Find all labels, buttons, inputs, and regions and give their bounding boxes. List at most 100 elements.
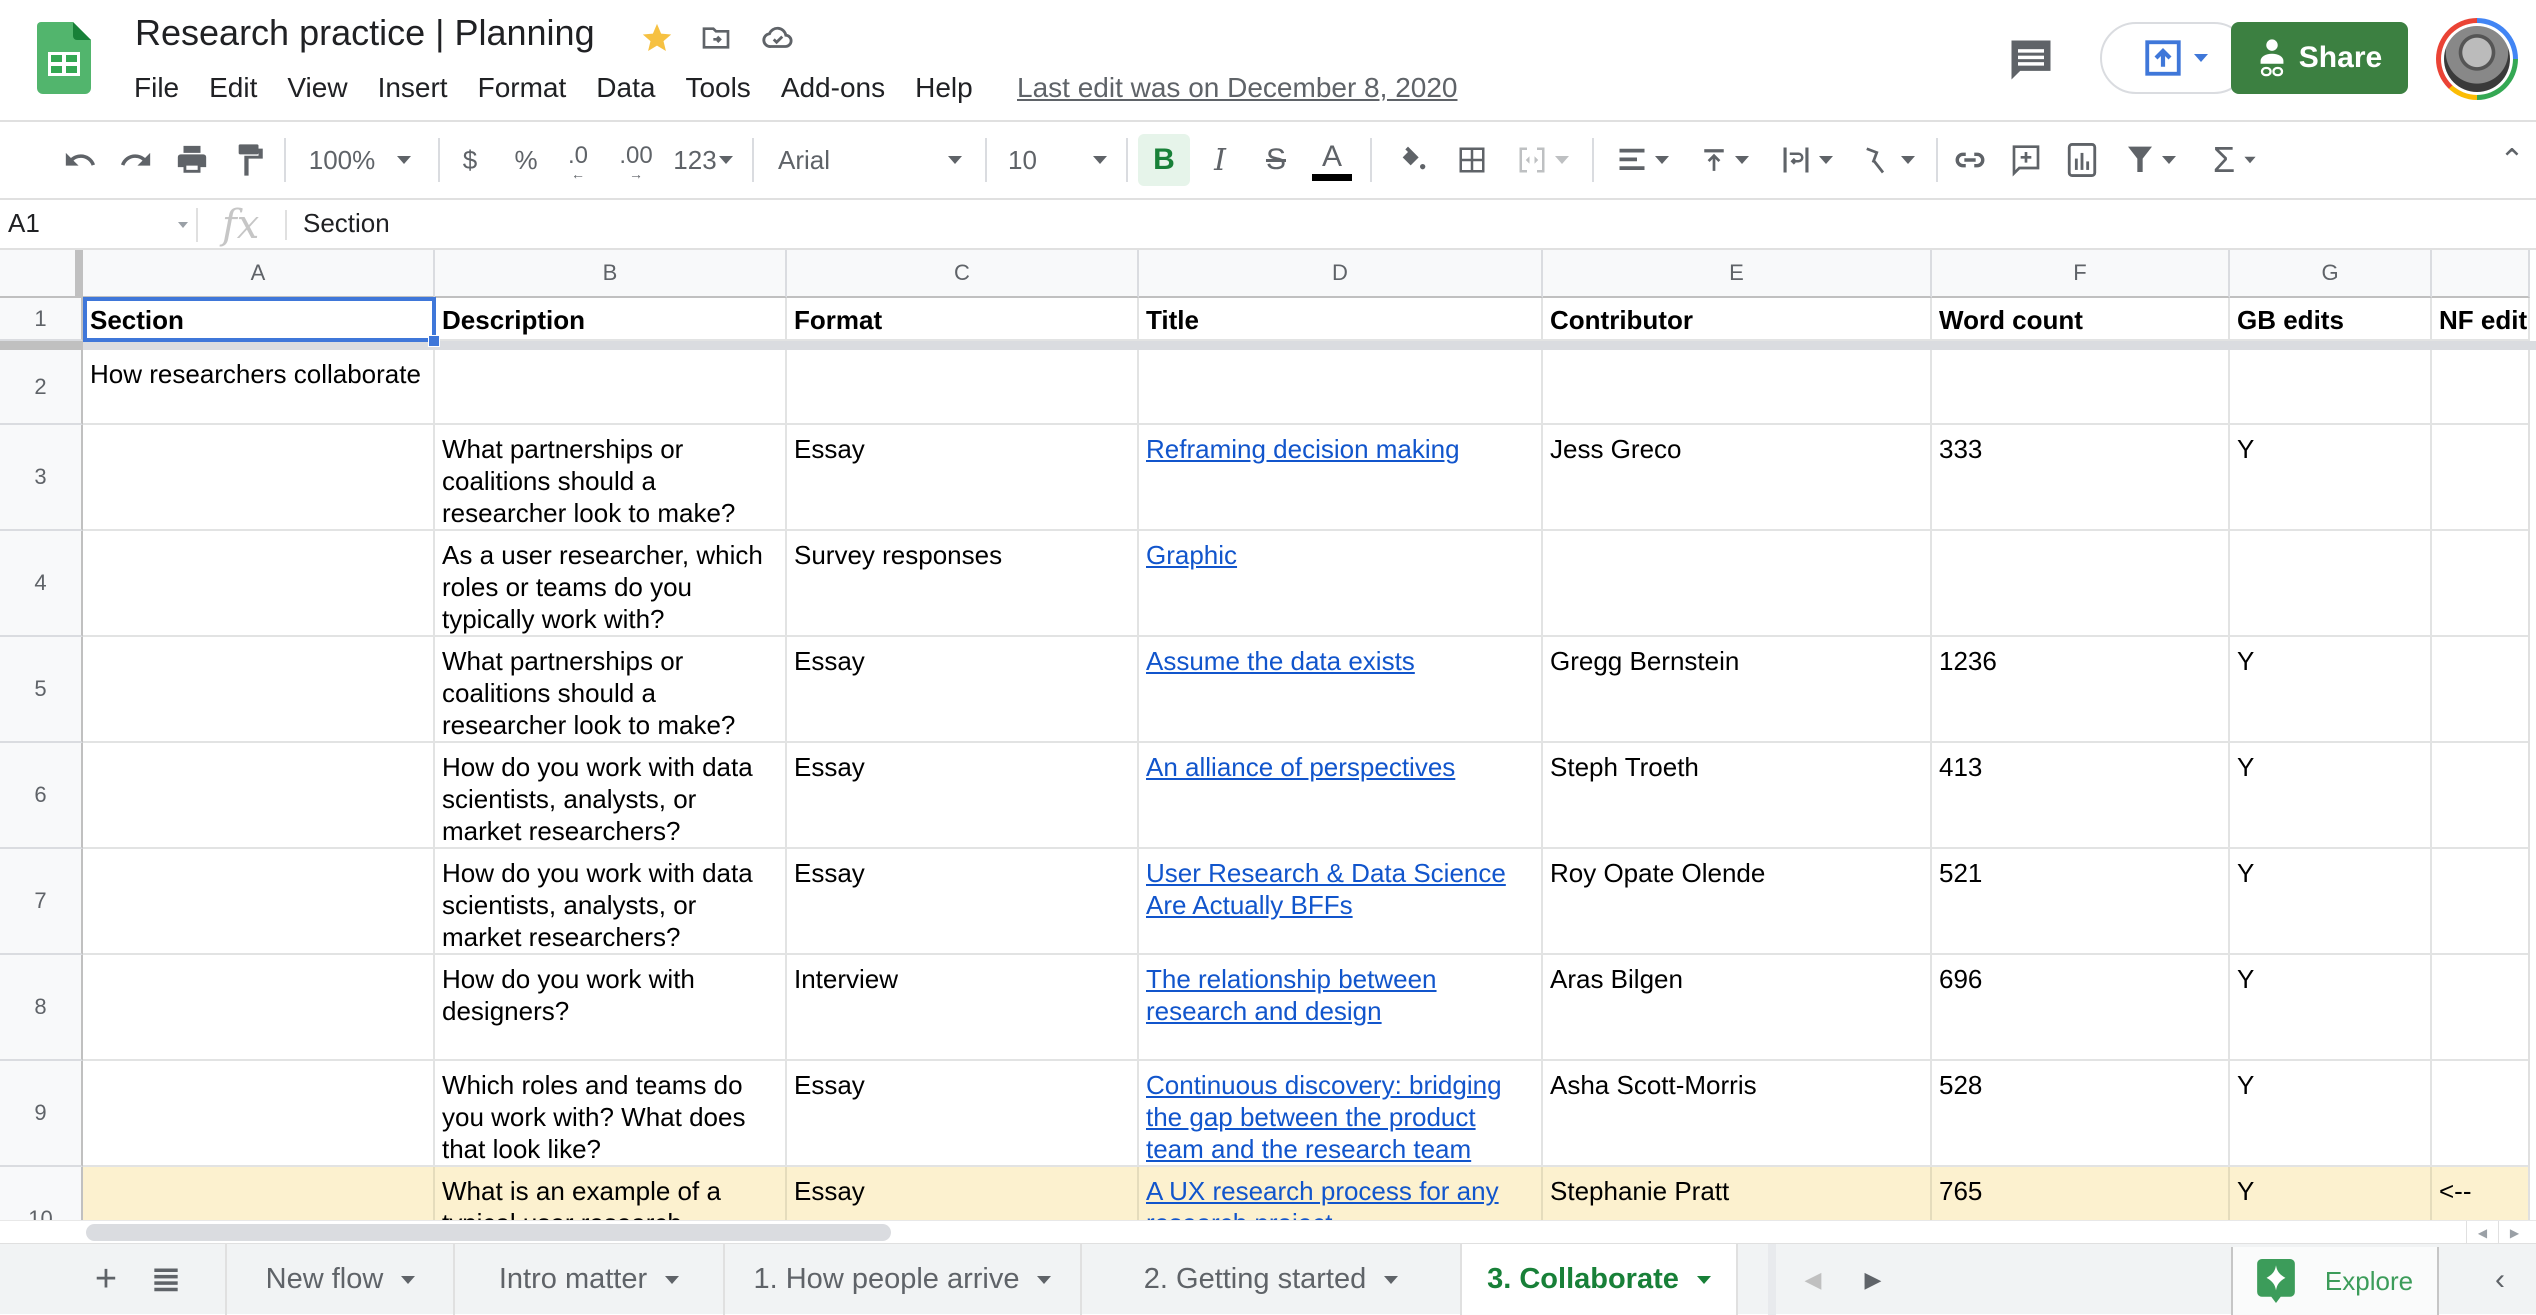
cell-contributor[interactable]: Stephanie Pratt [1543, 1167, 1932, 1220]
row-header[interactable]: 4 [0, 531, 83, 637]
fill-handle[interactable] [428, 335, 440, 347]
tab-scroll-left-icon[interactable]: ◀ [1798, 1258, 1828, 1302]
font-family-select[interactable]: Arial [770, 134, 970, 186]
insert-link-icon[interactable] [1948, 134, 1992, 186]
cell-format[interactable]: Essay [787, 1061, 1139, 1167]
cell-format[interactable] [787, 350, 1139, 425]
sheet-tab[interactable]: 2. Getting started [1082, 1244, 1462, 1315]
cell-title[interactable]: The relationship between research and de… [1139, 955, 1543, 1061]
sheet-tab[interactable]: Intro matter [455, 1244, 725, 1315]
cell-nf-edits[interactable] [2432, 1061, 2530, 1167]
row-header[interactable]: 8 [0, 955, 83, 1061]
cell-gb-edits[interactable]: Y [2230, 849, 2432, 955]
column-header[interactable]: E [1543, 250, 1932, 298]
row-header[interactable]: 5 [0, 637, 83, 743]
row-header[interactable]: 3 [0, 425, 83, 531]
undo-icon[interactable] [58, 134, 102, 186]
cell-nf-edits[interactable] [2432, 531, 2530, 637]
cell-title[interactable]: A UX research process for any research p… [1139, 1167, 1543, 1220]
cell-contributor[interactable] [1543, 350, 1932, 425]
fill-color-icon[interactable] [1390, 134, 1434, 186]
title-link[interactable]: Graphic [1146, 540, 1237, 570]
cell-section[interactable] [83, 1061, 435, 1167]
account-avatar[interactable] [2436, 18, 2518, 100]
cell-word-count[interactable]: 696 [1932, 955, 2230, 1061]
header-cell-contributor[interactable]: Contributor [1543, 298, 1932, 341]
cell-format[interactable]: Survey responses [787, 531, 1139, 637]
cell-nf-edits[interactable]: <-- [2432, 1167, 2530, 1220]
menu-file[interactable]: File [134, 70, 194, 108]
cell-description[interactable]: How do you work with designers? [435, 955, 787, 1061]
cell-format[interactable]: Interview [787, 955, 1139, 1061]
cell-description[interactable]: What partnerships or coalitions should a… [435, 425, 787, 531]
cell-section[interactable] [83, 1167, 435, 1220]
frozen-rows-handle[interactable] [0, 341, 83, 350]
cell-gb-edits[interactable]: Y [2230, 1061, 2432, 1167]
cell-format[interactable]: Essay [787, 1167, 1139, 1220]
text-rotation-icon[interactable] [1854, 134, 1924, 186]
menu-add-ons[interactable]: Add-ons [781, 70, 900, 108]
cell-contributor[interactable]: Asha Scott-Morris [1543, 1061, 1932, 1167]
strikethrough-button[interactable]: S [1254, 134, 1298, 186]
cell-description[interactable]: Which roles and teams do you work with? … [435, 1061, 787, 1167]
cell-description[interactable]: As a user researcher, which roles or tea… [435, 531, 787, 637]
cell-format[interactable]: Essay [787, 637, 1139, 743]
sheet-tab[interactable]: New flow [228, 1244, 455, 1315]
cell-nf-edits[interactable] [2432, 955, 2530, 1061]
cell-section[interactable] [83, 531, 435, 637]
cell-word-count[interactable]: 413 [1932, 743, 2230, 849]
cell-title[interactable] [1139, 350, 1543, 425]
menu-help[interactable]: Help [915, 70, 988, 108]
cell-title[interactable]: Assume the data exists [1139, 637, 1543, 743]
header-cell-title[interactable]: Title [1139, 298, 1543, 341]
insert-chart-icon[interactable] [2060, 134, 2104, 186]
present-button[interactable] [2100, 22, 2250, 94]
cell-title[interactable]: User Research & Data Science Are Actuall… [1139, 849, 1543, 955]
header-cell-nf-edits[interactable]: NF edit [2432, 298, 2530, 341]
cell-title[interactable]: Reframing decision making [1139, 425, 1543, 531]
menu-data[interactable]: Data [596, 70, 670, 108]
cell-nf-edits[interactable] [2432, 637, 2530, 743]
cell-word-count[interactable]: 1236 [1932, 637, 2230, 743]
increase-decimal-button[interactable]: .00 → [614, 134, 658, 186]
cell-nf-edits[interactable] [2432, 849, 2530, 955]
cell-description[interactable] [435, 350, 787, 425]
column-header[interactable]: B [435, 250, 787, 298]
redo-icon[interactable] [114, 134, 158, 186]
borders-icon[interactable] [1450, 134, 1494, 186]
merge-cells-icon[interactable] [1508, 134, 1578, 186]
cell-section[interactable] [83, 743, 435, 849]
header-cell-description[interactable]: Description [435, 298, 787, 341]
cell-section[interactable] [83, 425, 435, 531]
more-formats-button[interactable]: 123 [668, 134, 738, 186]
share-button[interactable]: Share [2231, 22, 2408, 94]
cell-nf-edits[interactable] [2432, 350, 2530, 425]
cell-word-count[interactable] [1932, 531, 2230, 637]
cell-section[interactable] [83, 849, 435, 955]
tab-scroll-right-icon[interactable]: ▶ [1858, 1258, 1888, 1302]
chevron-down-icon[interactable] [1696, 1275, 1711, 1284]
chevron-down-icon[interactable] [401, 1275, 416, 1284]
chevron-down-icon[interactable] [665, 1275, 680, 1284]
column-header[interactable]: G [2230, 250, 2432, 298]
row-header[interactable]: 2 [0, 350, 83, 425]
all-sheets-menu-icon[interactable] [148, 1256, 184, 1302]
sheet-tab[interactable]: 3. Collaborate [1462, 1244, 1738, 1315]
cell-title[interactable]: Graphic [1139, 531, 1543, 637]
cell-format[interactable]: Essay [787, 849, 1139, 955]
font-size-select[interactable]: 10 [1000, 134, 1115, 186]
cell-gb-edits[interactable]: Y [2230, 637, 2432, 743]
title-link[interactable]: Continuous discovery: bridging the gap b… [1146, 1070, 1502, 1164]
cell-section[interactable]: How researchers collaborate [83, 350, 435, 425]
side-panel-toggle-icon[interactable]: ‹ [2480, 1258, 2520, 1302]
italic-button[interactable]: I [1198, 134, 1242, 186]
title-link[interactable]: User Research & Data Science Are Actuall… [1146, 858, 1506, 920]
cell-word-count[interactable]: 333 [1932, 425, 2230, 531]
chevron-down-icon[interactable] [178, 222, 188, 228]
cell-description[interactable]: What is an example of a typical user res… [435, 1167, 787, 1220]
select-all-corner[interactable] [0, 250, 83, 298]
vertical-align-icon[interactable] [1690, 134, 1760, 186]
row-header[interactable]: 9 [0, 1061, 83, 1167]
menu-insert[interactable]: Insert [378, 70, 463, 108]
print-icon[interactable] [170, 134, 214, 186]
